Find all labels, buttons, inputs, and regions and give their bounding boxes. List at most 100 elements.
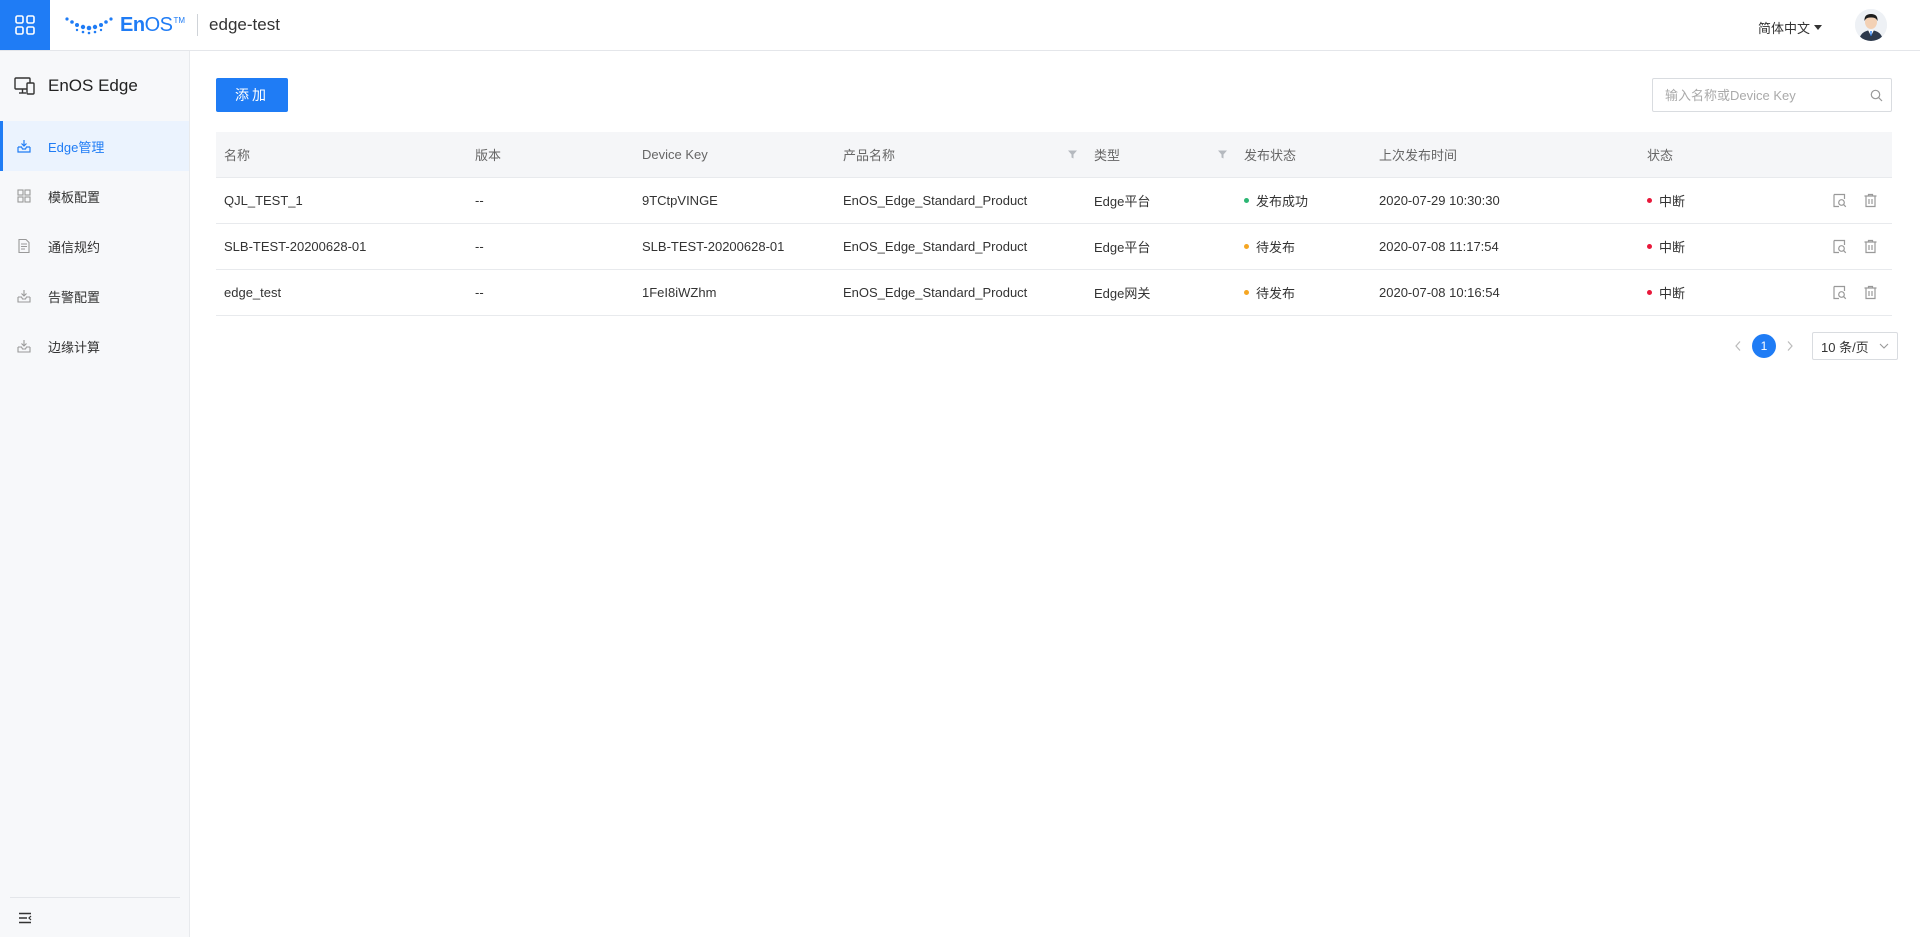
column-header-publish-status: 发布状态	[1244, 148, 1297, 163]
cell-type: Edge平台	[1094, 194, 1151, 209]
cell-version: --	[475, 285, 484, 300]
view-detail-icon[interactable]	[1832, 193, 1847, 208]
sidebar-item-protocol[interactable]: 通信规约	[0, 221, 189, 271]
row-actions	[1832, 239, 1878, 254]
caret-down-icon	[1814, 25, 1823, 30]
cell-name: QJL_TEST_1	[224, 193, 303, 208]
enos-logo[interactable]: EnOS TM	[64, 0, 185, 50]
inbox-icon	[17, 340, 31, 353]
cell-product: EnOS_Edge_Standard_Product	[843, 285, 1028, 300]
cell-version: --	[475, 193, 484, 208]
apps-grid-icon	[15, 15, 35, 35]
status-dot	[1244, 290, 1249, 295]
sidebar-item-alarm-config[interactable]: 告警配置	[0, 271, 189, 321]
logo-trademark: TM	[173, 15, 186, 25]
search-icon[interactable]	[1861, 89, 1891, 102]
cell-type: Edge网关	[1094, 286, 1151, 301]
main-content: 添加 名称 版本 Device Key 产品名称 类型	[190, 51, 1920, 937]
sidebar-item-label: 边缘计算	[48, 339, 101, 355]
devices-icon	[14, 77, 35, 95]
cell-last-publish: 2020-07-08 11:17:54	[1379, 239, 1499, 254]
language-switcher[interactable]: 简体中文	[1758, 18, 1823, 37]
next-page-button[interactable]	[1782, 335, 1798, 357]
cell-type: Edge平台	[1094, 240, 1151, 255]
sidebar-item-label: 模板配置	[48, 189, 101, 205]
header-divider	[197, 14, 199, 36]
table-row[interactable]: edge_test -- 1FeI8iWZhm EnOS_Edge_Standa…	[216, 270, 1892, 316]
status-dot	[1647, 244, 1652, 249]
sidebar-item-label: Edge管理	[48, 139, 105, 155]
collapse-menu-icon[interactable]	[18, 912, 32, 924]
delete-icon[interactable]	[1863, 285, 1878, 300]
cell-publish-status: 待发布	[1236, 270, 1371, 315]
cell-last-publish: 2020-07-29 10:30:30	[1379, 193, 1500, 208]
cell-device-key: 9TCtpVINGE	[642, 193, 718, 208]
table-row[interactable]: SLB-TEST-20200628-01 -- SLB-TEST-2020062…	[216, 224, 1892, 270]
cell-device-key: 1FeI8iWZhm	[642, 285, 717, 300]
column-header-type: 类型	[1086, 132, 1236, 177]
publish-status-text: 待发布	[1256, 286, 1296, 301]
status-text: 中断	[1659, 194, 1686, 209]
delete-icon[interactable]	[1863, 239, 1878, 254]
table-header: 名称 版本 Device Key 产品名称 类型 发布状态 上次发布时间 状态	[216, 132, 1892, 178]
add-button[interactable]: 添加	[216, 78, 288, 112]
sidebar-item-template-config[interactable]: 模板配置	[0, 171, 189, 221]
status-dot	[1244, 198, 1249, 203]
top-header: EnOS TM edge-test 简体中文	[0, 0, 1920, 51]
app-switcher-button[interactable]	[0, 0, 50, 50]
sidebar-item-edge-computing[interactable]: 边缘计算	[0, 321, 189, 371]
column-header-status: 状态	[1647, 148, 1674, 163]
table-row[interactable]: QJL_TEST_1 -- 9TCtpVINGE EnOS_Edge_Stand…	[216, 178, 1892, 224]
column-header-product: 产品名称	[835, 132, 1086, 177]
edge-table: 名称 版本 Device Key 产品名称 类型 发布状态 上次发布时间 状态 …	[216, 132, 1892, 316]
logo-text: EnOS	[120, 13, 173, 36]
search-box[interactable]	[1652, 78, 1892, 112]
cell-status: 中断	[1639, 224, 1892, 269]
chevron-right-icon	[1787, 341, 1793, 351]
column-header-name: 名称	[224, 148, 251, 163]
user-avatar[interactable]	[1855, 9, 1887, 41]
cell-publish-status: 待发布	[1236, 224, 1371, 269]
row-actions	[1832, 285, 1878, 300]
sidebar-title: EnOS Edge	[0, 51, 189, 121]
sidebar-item-label: 告警配置	[48, 289, 101, 305]
page-size-label: 10 条/页	[1821, 339, 1869, 355]
status-dot	[1244, 244, 1249, 249]
column-header-product-label: 产品名称	[843, 148, 896, 163]
sidebar-item-edge-management[interactable]: Edge管理	[0, 121, 189, 171]
enos-wave-logo-icon	[65, 17, 113, 35]
cell-status: 中断	[1639, 178, 1892, 223]
status-dot	[1647, 290, 1652, 295]
publish-status-text: 发布成功	[1256, 194, 1309, 209]
grid-icon	[17, 189, 31, 203]
sidebar: EnOS Edge Edge管理 模板配置 通信规约 告警配置 边缘计算	[0, 51, 190, 937]
sidebar-title-text: EnOS Edge	[48, 76, 138, 95]
row-actions	[1832, 193, 1878, 208]
view-detail-icon[interactable]	[1832, 239, 1847, 254]
sidebar-item-label: 通信规约	[48, 239, 101, 255]
chevron-down-icon	[1879, 343, 1889, 349]
cell-version: --	[475, 239, 484, 254]
pagination: 1 10 条/页	[1730, 332, 1898, 360]
status-text: 中断	[1659, 240, 1686, 255]
cell-name: edge_test	[224, 285, 282, 300]
document-icon	[18, 238, 30, 254]
cell-last-publish: 2020-07-08 10:16:54	[1379, 285, 1500, 300]
cell-publish-status: 发布成功	[1236, 178, 1371, 223]
inbox-icon	[17, 140, 31, 153]
page-size-select[interactable]: 10 条/页	[1812, 332, 1898, 360]
search-input[interactable]	[1665, 87, 1861, 103]
sidebar-footer	[10, 897, 180, 937]
status-text: 中断	[1659, 286, 1686, 301]
cell-device-key: SLB-TEST-20200628-01	[642, 239, 785, 254]
cell-status: 中断	[1639, 270, 1892, 315]
filter-icon[interactable]	[1217, 149, 1228, 160]
delete-icon[interactable]	[1863, 193, 1878, 208]
filter-icon[interactable]	[1067, 149, 1078, 160]
column-header-device-key: Device Key	[642, 147, 708, 162]
view-detail-icon[interactable]	[1832, 285, 1847, 300]
status-dot	[1647, 198, 1652, 203]
publish-status-text: 待发布	[1256, 240, 1296, 255]
prev-page-button[interactable]	[1730, 335, 1746, 357]
page-number-current[interactable]: 1	[1752, 334, 1776, 358]
